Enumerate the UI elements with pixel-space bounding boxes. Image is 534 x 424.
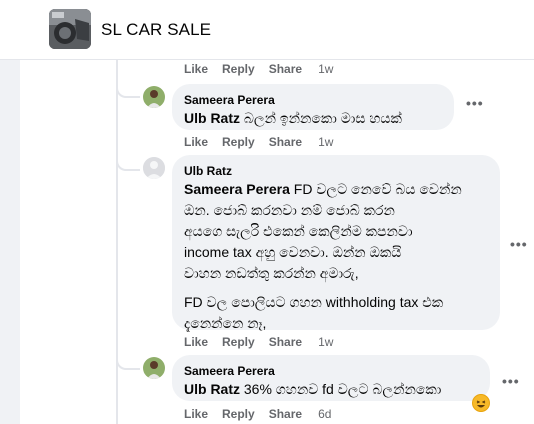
comment-line: අයගෙ සැලරි එකෙන් කෙලින්ම කපනවා: [184, 223, 413, 239]
reply-button[interactable]: Reply: [222, 407, 255, 421]
avatar[interactable]: [143, 86, 165, 108]
like-button[interactable]: Like: [184, 407, 208, 421]
comment-time[interactable]: 1w: [318, 135, 333, 149]
avatar[interactable]: [143, 357, 165, 379]
more-options-icon[interactable]: •••: [502, 373, 520, 389]
comment-body: 36% ගහනව fd වලට බලන්නකො: [240, 381, 442, 397]
comment-author[interactable]: Sameera Perera: [184, 363, 478, 379]
like-button[interactable]: Like: [184, 62, 208, 76]
share-button[interactable]: Share: [269, 135, 302, 149]
thread-line: [116, 60, 118, 424]
comment-actions: Like Reply Share 6d: [184, 407, 345, 421]
group-avatar[interactable]: [49, 9, 91, 49]
comment-time[interactable]: 6d: [318, 407, 331, 421]
comment-body: බලන් ඉන්නකො මාස හයක්: [240, 110, 402, 126]
comment-line: income tax අහු වෙනවා. ඔන්න ඔකයි: [184, 244, 402, 260]
like-button[interactable]: Like: [184, 335, 208, 349]
group-header: SL CAR SALE: [0, 0, 534, 60]
comment-line: දැනෙන්නෙ නෑ,: [184, 315, 267, 331]
like-button[interactable]: Like: [184, 135, 208, 149]
comment-actions: Like Reply Share 1w: [184, 135, 347, 149]
comment-line: වාහන නඩත්තු කරන්න අමාරු,: [184, 265, 359, 281]
share-button[interactable]: Share: [269, 62, 302, 76]
group-name[interactable]: SL CAR SALE: [101, 20, 211, 40]
comment-time[interactable]: 1w: [318, 62, 333, 76]
reply-button[interactable]: Reply: [222, 62, 255, 76]
more-options-icon[interactable]: •••: [466, 95, 484, 111]
comment-line: ඔන. ජොබ් කරනවා නම් ජොබ් කරන: [184, 202, 395, 218]
comment-line: FD වලට නෙවේ බය වෙන්න: [289, 181, 462, 197]
mention[interactable]: Ulb Ratz: [184, 381, 240, 397]
comment-actions: Like Reply Share 1w: [184, 335, 347, 349]
more-options-icon[interactable]: •••: [510, 236, 528, 252]
reply-button[interactable]: Reply: [222, 135, 255, 149]
share-button[interactable]: Share: [269, 407, 302, 421]
comment-text: Sameera Perera FD වලට නෙවේ බය වෙන්න ඔන. …: [184, 179, 488, 334]
comment-bubble: Sameera Perera Ulb Ratz 36% ගහනව fd වලට …: [172, 355, 490, 401]
thread-connector: [116, 84, 140, 98]
share-button[interactable]: Share: [269, 335, 302, 349]
comment-bubble: Ulb Ratz Sameera Perera FD වලට නෙවේ බය ව…: [172, 155, 500, 331]
comment-text: Ulb Ratz 36% ගහනව fd වලට බලන්නකො: [184, 379, 478, 400]
comment-actions: Like Reply Share 1w: [184, 62, 347, 76]
laughing-emoji-icon[interactable]: [472, 394, 490, 412]
thread-connector: [116, 356, 140, 370]
thread-connector: [116, 157, 140, 171]
comment-author[interactable]: Sameera Perera: [184, 92, 442, 108]
comment-text: Ulb Ratz බලන් ඉන්නකො මාස හයක්: [184, 108, 442, 129]
comment-line: FD වල පොලියට ගහන withholding tax එක: [184, 294, 444, 310]
left-gutter: [0, 60, 20, 424]
comment-time[interactable]: 1w: [318, 335, 333, 349]
comment-bubble: Sameera Perera Ulb Ratz බලන් ඉන්නකො මාස …: [172, 84, 454, 130]
comment-author[interactable]: Ulb Ratz: [184, 163, 488, 179]
reply-button[interactable]: Reply: [222, 335, 255, 349]
avatar[interactable]: [143, 157, 165, 179]
mention[interactable]: Ulb Ratz: [184, 110, 240, 126]
mention[interactable]: Sameera Perera: [184, 181, 290, 197]
